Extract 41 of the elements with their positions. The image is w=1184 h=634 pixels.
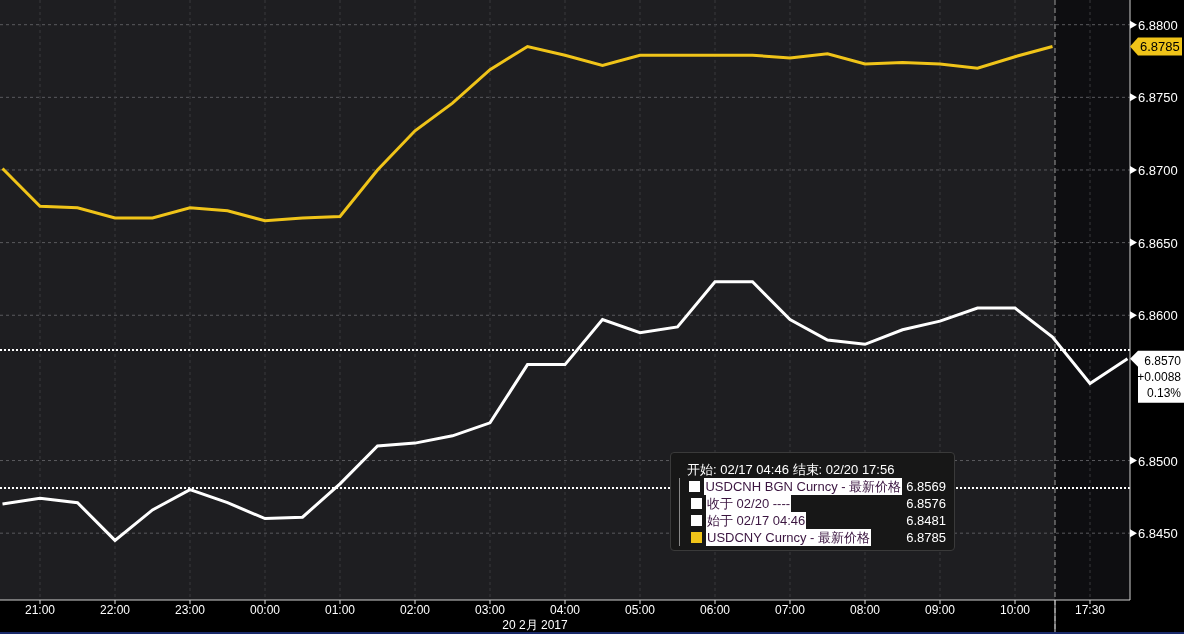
tick-arrow-icon	[1130, 529, 1137, 538]
y-axis-label: 6.8650	[1138, 235, 1178, 251]
tick-arrow-icon	[1130, 20, 1137, 29]
y-axis-label: 6.8800	[1138, 17, 1178, 33]
legend-label[interactable]: 始于 02/17 04:46	[706, 512, 807, 529]
y-axis-label: 6.8600	[1138, 308, 1178, 324]
legend-label[interactable]: USDCNY Curncy - 最新价格	[706, 529, 871, 546]
x-axis-label: 21:00	[25, 603, 55, 617]
x-axis-label: 00:00	[250, 603, 280, 617]
legend-label[interactable]: 收于 02/20 ----	[706, 495, 792, 512]
change-box: 6.8570 +0.0088 0.13%	[1130, 350, 1184, 403]
x-axis-label: 09:00	[925, 603, 955, 617]
tick-arrow-icon	[1130, 166, 1137, 174]
x-axis-label: 23:00	[175, 603, 205, 617]
legend-value: 6.8569	[906, 478, 946, 495]
tick-arrow-icon	[1130, 93, 1137, 102]
y-axis-label: 6.8500	[1138, 453, 1178, 469]
legend-value: 6.8785	[906, 529, 946, 546]
y-axis-label: 6.8450	[1138, 526, 1178, 542]
legend-value: 6.8576	[906, 495, 946, 512]
x-axis-label: 04:00	[550, 603, 580, 617]
price-tag: 6.8785	[1130, 37, 1182, 56]
y-axis-label: 6.8750	[1138, 90, 1178, 106]
x-axis-label: 01:00	[325, 603, 355, 617]
x-axis-label: 17:30	[1075, 603, 1105, 617]
x-axis-label: 02:00	[400, 603, 430, 617]
legend-header: 开始: 02/17 04:46 结束: 02/20 17:56	[686, 461, 896, 478]
x-axis-label: 10:00	[1000, 603, 1030, 617]
x-axis-label: 22:00	[100, 603, 130, 617]
tick-arrow-icon	[1130, 456, 1137, 465]
legend-label[interactable]: USDCNH BGN Curncy - 最新价格	[704, 478, 903, 495]
x-axis-label: 08:00	[850, 603, 880, 617]
y-axis-label: 6.8700	[1138, 163, 1178, 178]
tick-arrow-icon	[1130, 238, 1137, 247]
x-axis-label: 06:00	[700, 603, 730, 617]
legend-value: 6.8481	[906, 512, 946, 529]
x-axis-title: 20 2月 2017	[502, 618, 568, 632]
x-axis-label: 03:00	[475, 603, 505, 617]
tick-arrow-icon	[1130, 311, 1137, 320]
x-axis-label: 05:00	[625, 603, 655, 617]
x-axis-label: 07:00	[775, 603, 805, 617]
